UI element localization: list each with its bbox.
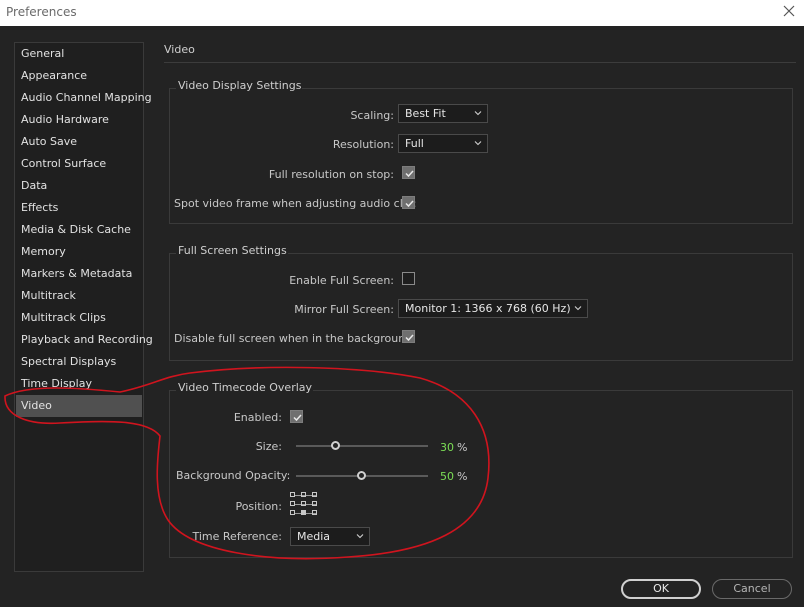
background-opacity-slider-thumb[interactable] [357,471,366,480]
sidebar-item-media-disk-cache[interactable]: Media & Disk Cache [16,219,142,241]
position-top-left[interactable] [290,492,295,497]
group-legend: Video Timecode Overlay [177,381,314,394]
panel-divider [164,62,796,63]
size-slider-thumb[interactable] [330,441,340,450]
mirror-full-screen-value: Monitor 1: 1366 x 768 (60 Hz) [405,302,571,315]
ok-button[interactable]: OK [621,579,701,599]
sidebar-item-audio-channel-mapping[interactable]: Audio Channel Mapping [16,87,152,109]
sidebar-item-general[interactable]: General [16,43,142,65]
size-slider-track[interactable] [296,445,428,447]
timecode-enabled-checkbox[interactable] [290,410,303,423]
sidebar-item-control-surface[interactable]: Control Surface [16,153,142,175]
sidebar-item-markers-metadata[interactable]: Markers & Metadata [16,263,142,285]
sidebar-item-audio-hardware[interactable]: Audio Hardware [16,109,142,131]
background-opacity-label: Background Opacity: [176,469,291,482]
sidebar-item-time-display[interactable]: Time Display [16,373,142,395]
background-opacity-value[interactable]: 50 [432,470,454,483]
size-unit: % [457,441,468,454]
enable-full-screen-label: Enable Full Screen: [289,274,394,287]
group-border [278,253,792,254]
checkmark-icon [405,200,414,208]
panel-title: Video [164,43,195,56]
sidebar-item-playback-recording[interactable]: Playback and Recording [16,329,153,351]
time-reference-dropdown[interactable]: Media [290,527,370,546]
scaling-dropdown[interactable]: Best Fit [398,104,488,123]
disable-full-screen-background-checkbox[interactable] [402,330,415,343]
sidebar-item-data[interactable]: Data [16,175,142,197]
sidebar-item-memory[interactable]: Memory [16,241,142,263]
mirror-full-screen-dropdown[interactable]: Monitor 1: 1366 x 768 (60 Hz) [398,299,588,318]
cancel-button[interactable]: Cancel [712,579,792,599]
resolution-label: Resolution: [332,138,394,151]
size-value[interactable]: 30 [432,441,454,454]
position-selector[interactable] [290,492,320,522]
background-opacity-unit: % [457,470,468,483]
checkmark-icon [405,170,414,178]
enable-full-screen-checkbox[interactable] [402,272,415,285]
position-bottom-left[interactable] [290,510,295,515]
chevron-down-icon [356,534,364,539]
group-border [170,88,176,89]
scaling-value: Best Fit [405,107,446,120]
group-border [290,88,792,89]
position-bottom-right[interactable] [312,510,317,515]
position-top-center[interactable] [301,492,306,497]
resolution-value: Full [405,137,424,150]
category-sidebar: General Appearance Audio Channel Mapping… [14,42,153,572]
group-border [170,253,176,254]
timecode-enabled-label: Enabled: [233,411,282,424]
checkmark-icon [405,334,414,342]
full-resolution-stop-checkbox[interactable] [402,166,415,179]
time-reference-label: Time Reference: [192,530,282,543]
sidebar-item-effects[interactable]: Effects [16,197,142,219]
chevron-down-icon [574,306,582,311]
sidebar-item-auto-save[interactable]: Auto Save [16,131,142,153]
window-title: Preferences [6,5,77,19]
size-label: Size: [255,440,282,453]
sidebar-item-multitrack-clips[interactable]: Multitrack Clips [16,307,142,329]
time-reference-value: Media [297,530,331,543]
group-legend: Video Display Settings [177,79,303,92]
spot-video-frame-checkbox[interactable] [402,196,415,209]
position-bottom-center[interactable] [301,510,306,515]
position-top-right[interactable] [312,492,317,497]
disable-full-screen-background-label: Disable full screen when in the backgrou… [174,332,416,345]
mirror-full-screen-label: Mirror Full Screen: [294,303,394,316]
resolution-dropdown[interactable]: Full [398,134,488,153]
checkmark-icon [293,414,302,422]
sidebar-item-video[interactable]: Video [16,395,142,417]
title-bar: Preferences [0,0,804,26]
scaling-label: Scaling: [350,109,394,122]
chevron-down-icon [474,111,482,116]
chevron-down-icon [474,141,482,146]
position-middle-left[interactable] [290,501,295,506]
sidebar-item-multitrack[interactable]: Multitrack [16,285,142,307]
group-border [298,390,792,391]
full-resolution-stop-label: Full resolution on stop: [268,168,394,181]
position-label: Position: [235,500,282,513]
close-icon[interactable] [780,2,798,20]
sidebar-item-appearance[interactable]: Appearance [16,65,142,87]
group-legend: Full Screen Settings [177,244,288,257]
position-middle-right[interactable] [312,501,317,506]
sidebar-item-spectral-displays[interactable]: Spectral Displays [16,351,142,373]
spot-video-frame-label: Spot video frame when adjusting audio cl… [174,197,417,210]
position-middle-center[interactable] [301,501,306,506]
group-border [170,390,176,391]
